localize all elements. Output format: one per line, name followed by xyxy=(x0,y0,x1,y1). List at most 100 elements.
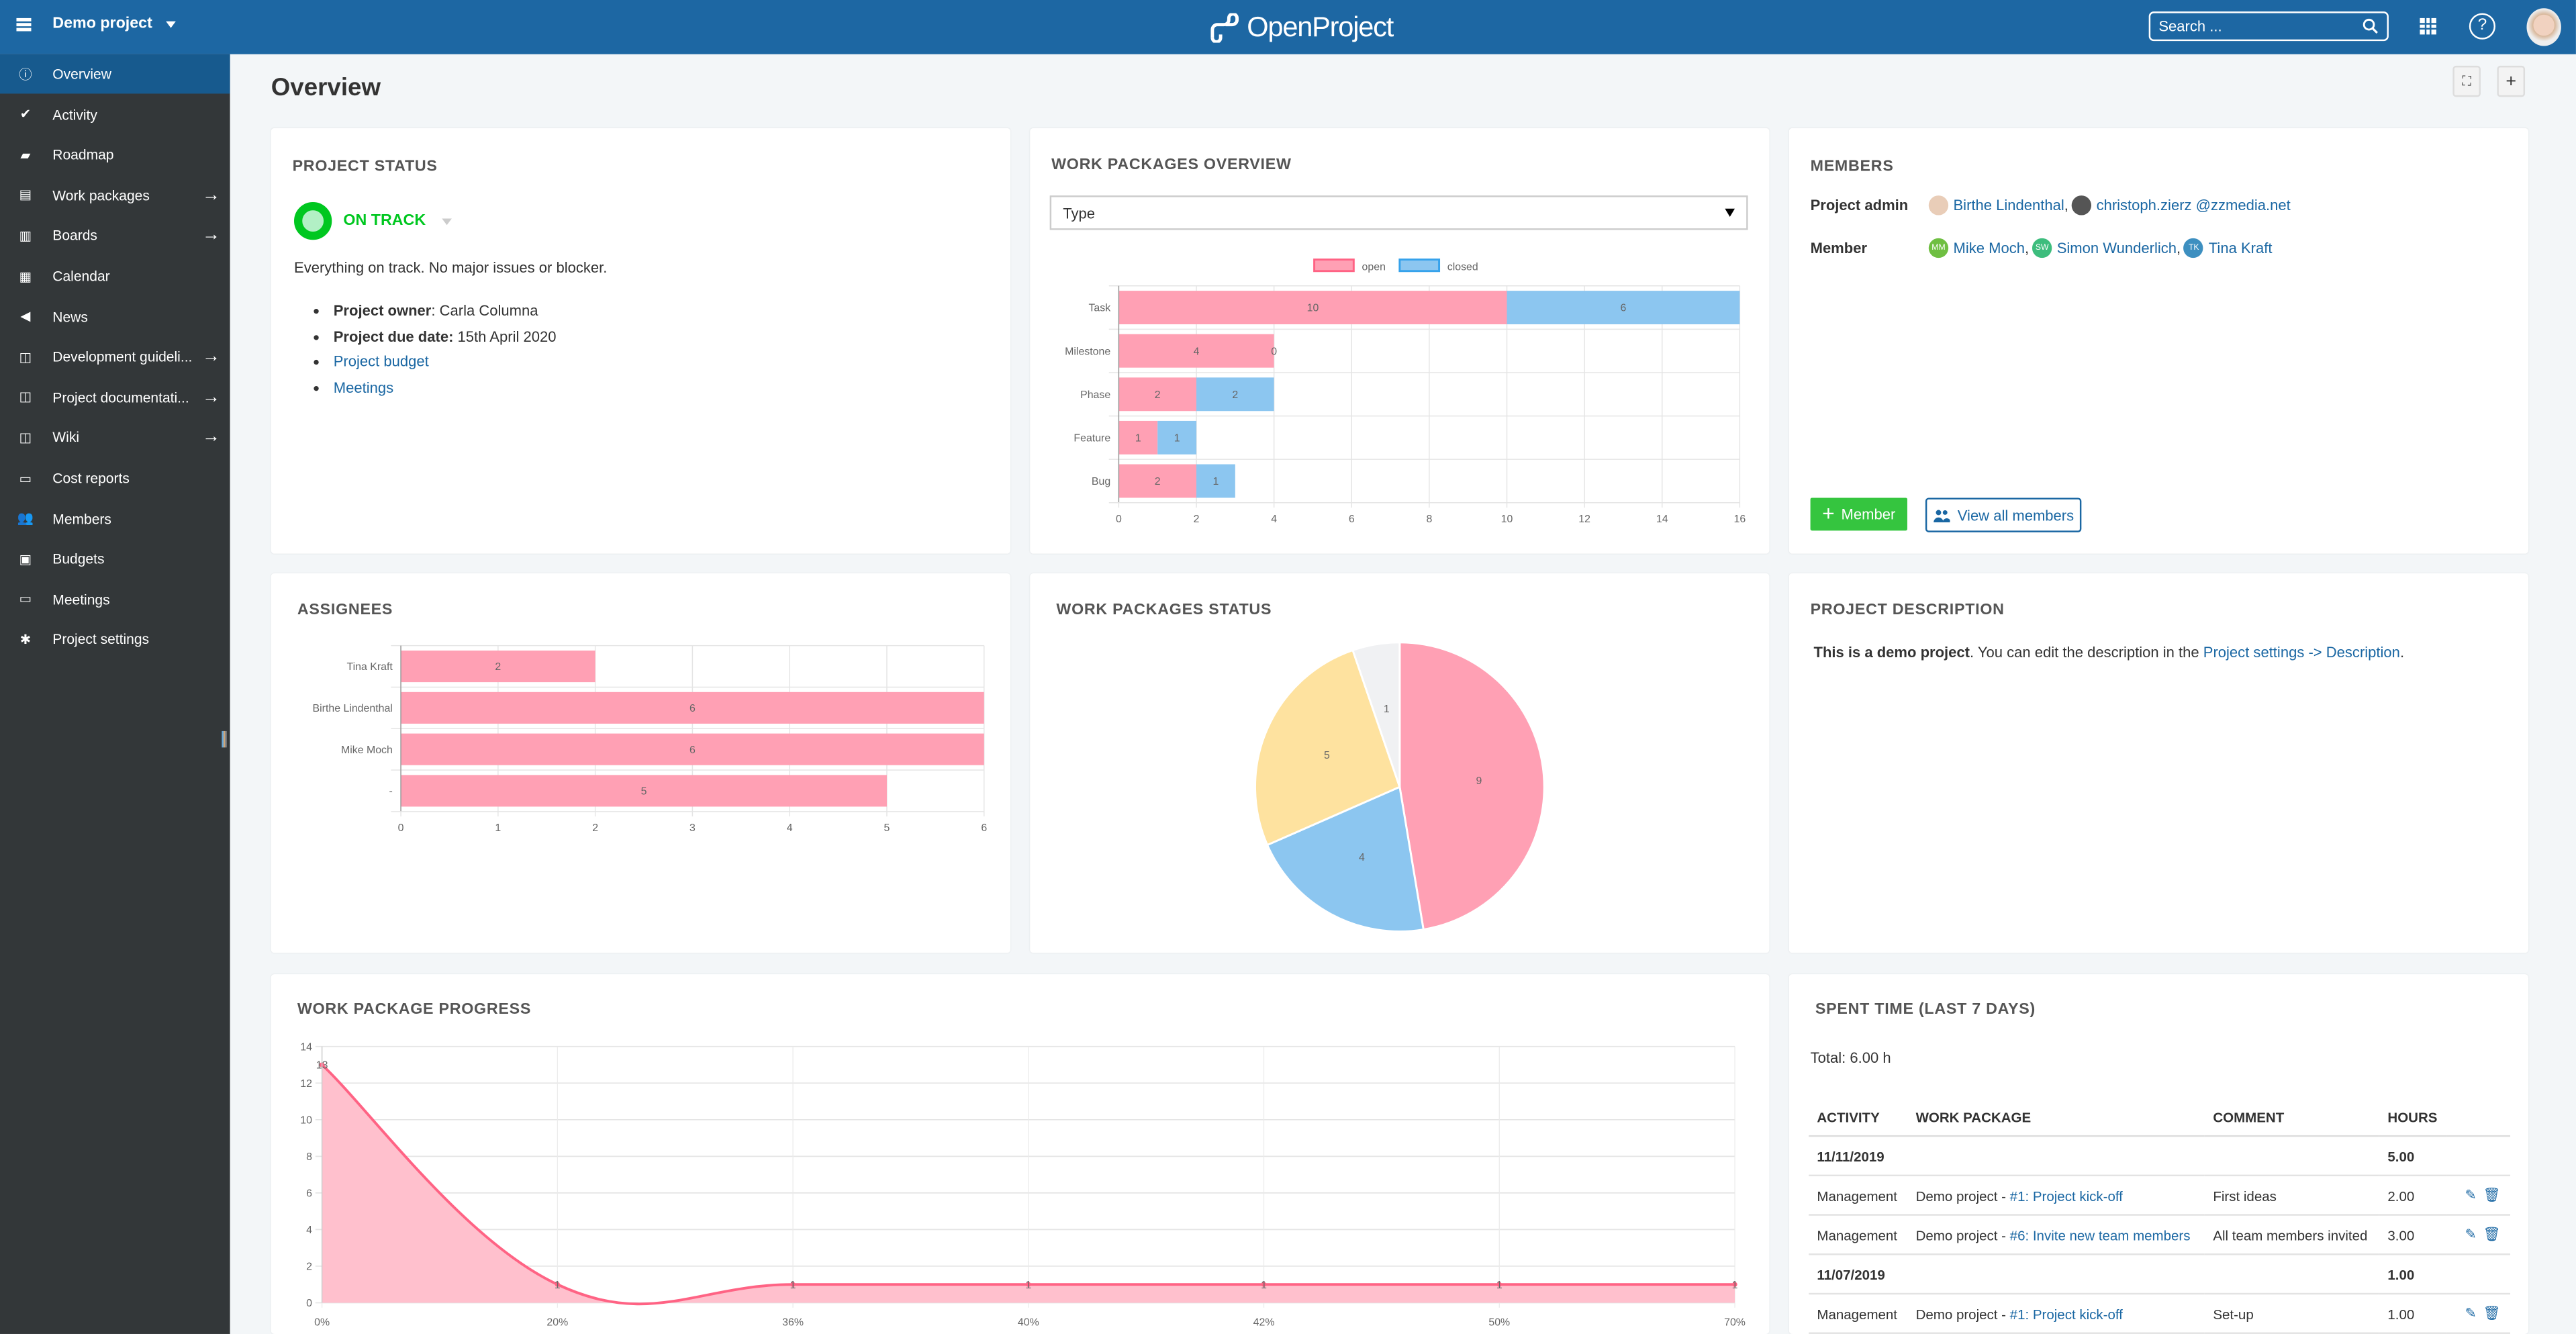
status-indicator-icon xyxy=(294,201,332,240)
y-tick-label: 2 xyxy=(306,1261,312,1273)
pie-value-label: 5 xyxy=(1324,750,1330,761)
column-header-work-package[interactable]: WORK PACKAGE xyxy=(1907,1099,2205,1137)
member-link[interactable]: Simon Wunderlich xyxy=(2057,240,2177,256)
sidebar-item-work-packages[interactable]: ▤ Work packages → xyxy=(0,175,230,215)
y-tick-label: Mike Moch xyxy=(341,745,393,756)
x-tick-label: 70% xyxy=(1724,1317,1746,1329)
search-box[interactable] xyxy=(2148,11,2389,42)
sidebar-item-news[interactable]: ◀ News xyxy=(0,297,230,336)
project-selector[interactable]: Demo project xyxy=(52,15,176,33)
sidebar-item-members[interactable]: 👥 Members xyxy=(0,499,230,538)
meetings-link[interactable]: Meetings xyxy=(334,379,393,395)
sidebar-item-project-documentati[interactable]: ◫ Project documentati... → xyxy=(0,377,230,417)
work-package-link[interactable]: #1: Project kick-off xyxy=(2010,1187,2123,1203)
checkmark-icon: ✔ xyxy=(19,107,32,122)
status-selector[interactable]: ON TRACK xyxy=(294,201,452,240)
bar-value-label: 6 xyxy=(1621,303,1627,314)
project-budget-link[interactable]: Project budget xyxy=(334,354,429,370)
column-header-hours[interactable]: HOURS xyxy=(2379,1099,2447,1137)
member-link[interactable]: christoph.zierz @zzmedia.net xyxy=(2097,197,2291,213)
arrow-right-icon[interactable]: → xyxy=(202,428,220,447)
description-body: . You can edit the description in the xyxy=(1970,644,2203,661)
delete-icon[interactable]: 🗑 xyxy=(2483,1304,2501,1323)
arrow-right-icon[interactable]: → xyxy=(202,347,220,367)
member-link[interactable]: Birthe Lindenthal xyxy=(1953,197,2064,213)
chevron-down-icon xyxy=(442,218,452,225)
sidebar-item-development-guideli[interactable]: ◫ Development guideli... → xyxy=(0,337,230,377)
sidebar-item-overview[interactable]: ⓘ Overview xyxy=(0,54,230,94)
megaphone-icon: ◀ xyxy=(20,309,31,324)
work-package-link[interactable]: #1: Project kick-off xyxy=(2010,1305,2123,1321)
avatar[interactable] xyxy=(1928,195,1949,216)
sidebar-item-activity[interactable]: ✔ Activity xyxy=(0,95,230,134)
pie-value-label: 4 xyxy=(1359,852,1365,863)
x-tick-label: 2 xyxy=(1194,514,1200,525)
bar-value-label: 2 xyxy=(1232,389,1238,401)
edit-icon[interactable]: ✎ xyxy=(2465,1186,2477,1202)
sidebar-item-project-settings[interactable]: ✱ Project settings xyxy=(0,620,230,659)
menu-icon[interactable] xyxy=(16,17,32,32)
edit-icon[interactable]: ✎ xyxy=(2465,1225,2477,1241)
modules-grid-icon[interactable] xyxy=(2420,17,2436,34)
member-link[interactable]: Tina Kraft xyxy=(2209,240,2273,256)
arrow-right-icon[interactable]: → xyxy=(202,226,220,245)
sidebar-item-roadmap[interactable]: ▰ Roadmap xyxy=(0,135,230,175)
work-package-link[interactable]: #6: Invite new team members xyxy=(2010,1227,2191,1243)
owner-value: : Carla Columna xyxy=(431,302,538,319)
fullscreen-button[interactable]: ⛶ xyxy=(2452,65,2481,97)
avatar[interactable] xyxy=(2071,195,2092,216)
column-header-activity[interactable]: ACTIVITY xyxy=(1809,1099,1908,1137)
assignees-widget: ASSIGNEES 0 1 2 3 4 5 6 Tina Kraft 2 Birthe Linde… xyxy=(271,573,1010,953)
user-avatar[interactable] xyxy=(2526,8,2561,46)
delete-icon[interactable]: 🗑 xyxy=(2483,1225,2501,1243)
sidebar-item-cost-reports[interactable]: ▭ Cost reports xyxy=(0,459,230,498)
sidebar-item-boards[interactable]: ▥ Boards → xyxy=(0,216,230,256)
sidebar-item-calendar[interactable]: ▦ Calendar xyxy=(0,256,230,296)
delete-icon[interactable]: 🗑 xyxy=(2483,1186,2501,1204)
work-packages-icon: ▤ xyxy=(19,187,32,203)
empty-cell xyxy=(1907,1254,2205,1295)
search-icon[interactable] xyxy=(2363,18,2379,34)
date-group-row: 11/07/2019 1.00 xyxy=(1809,1254,2511,1295)
y-tick-label: 6 xyxy=(306,1188,312,1199)
x-tick-label: 14 xyxy=(1656,514,1668,525)
search-input[interactable] xyxy=(2150,16,2359,36)
add-widget-button[interactable]: + xyxy=(2497,65,2526,97)
work-package-progress-chart: 024681012140% 20% 36% 40% 42% 50% 70%131 1 1 1 1 1 xyxy=(300,1041,1746,1329)
avatar[interactable]: TK xyxy=(2184,238,2204,258)
avatar[interactable]: SW xyxy=(2032,238,2052,258)
hours-cell: 1.00 xyxy=(2379,1294,2447,1334)
top-header: Demo project OpenProject ? xyxy=(0,0,2576,54)
edit-icon[interactable]: ✎ xyxy=(2465,1304,2477,1321)
work-package-cell: Demo project - #1: Project kick-off xyxy=(1907,1294,2205,1334)
sidebar-item-label: Project documentati... xyxy=(52,389,189,406)
avatar[interactable]: MM xyxy=(1928,238,1949,258)
arrow-right-icon[interactable]: → xyxy=(202,185,220,205)
plus-icon: + xyxy=(1822,501,1835,526)
comment-cell: All team members invited xyxy=(2205,1214,2380,1255)
table-row: Management Demo project - #1: Project kic… xyxy=(1809,1294,2511,1334)
status-details-list: Project owner: Carla Columna Project due… xyxy=(334,299,557,402)
sidebar-item-wiki[interactable]: ◫ Wiki → xyxy=(0,418,230,457)
assignees-chart: 0 1 2 3 4 5 6 Tina Kraft 2 Birthe Lindenthal 6 Mike… xyxy=(313,645,987,834)
sidebar-item-label: Development guideli... xyxy=(52,348,193,365)
project-settings-description-link[interactable]: Project settings -> Description xyxy=(2203,644,2400,660)
view-all-members-button[interactable]: View all members xyxy=(1925,497,2082,532)
member-link[interactable]: Mike Moch xyxy=(1953,240,2024,256)
arrow-right-icon[interactable]: → xyxy=(202,387,220,407)
logo-text: OpenProject xyxy=(1247,11,1394,43)
pie-slice[interactable] xyxy=(1398,641,1545,931)
column-header-comment[interactable]: COMMENT xyxy=(2205,1099,2380,1137)
sidebar-resize-handle[interactable] xyxy=(222,730,227,748)
work-packages-overview-chart: open closed0 2 4 6 8 10 12 14 16Task 10 6Milestone 4… xyxy=(1065,258,1746,525)
add-member-button[interactable]: + Member xyxy=(1810,497,1907,531)
spent-time-table: ACTIVITY WORK PACKAGE COMMENT HOURS 11/1… xyxy=(1809,1099,2511,1334)
description-end: . xyxy=(2399,644,2405,661)
sidebar-item-budgets[interactable]: ▣ Budgets xyxy=(0,539,230,579)
help-icon[interactable]: ? xyxy=(2469,13,2495,40)
x-tick-label: 16 xyxy=(1734,514,1746,525)
y-tick-label: Birthe Lindenthal xyxy=(313,703,393,714)
empty-cell xyxy=(2446,1254,2511,1295)
sidebar-item-meetings[interactable]: ▭ Meetings xyxy=(0,579,230,619)
openproject-logo[interactable]: OpenProject xyxy=(1208,11,1394,44)
